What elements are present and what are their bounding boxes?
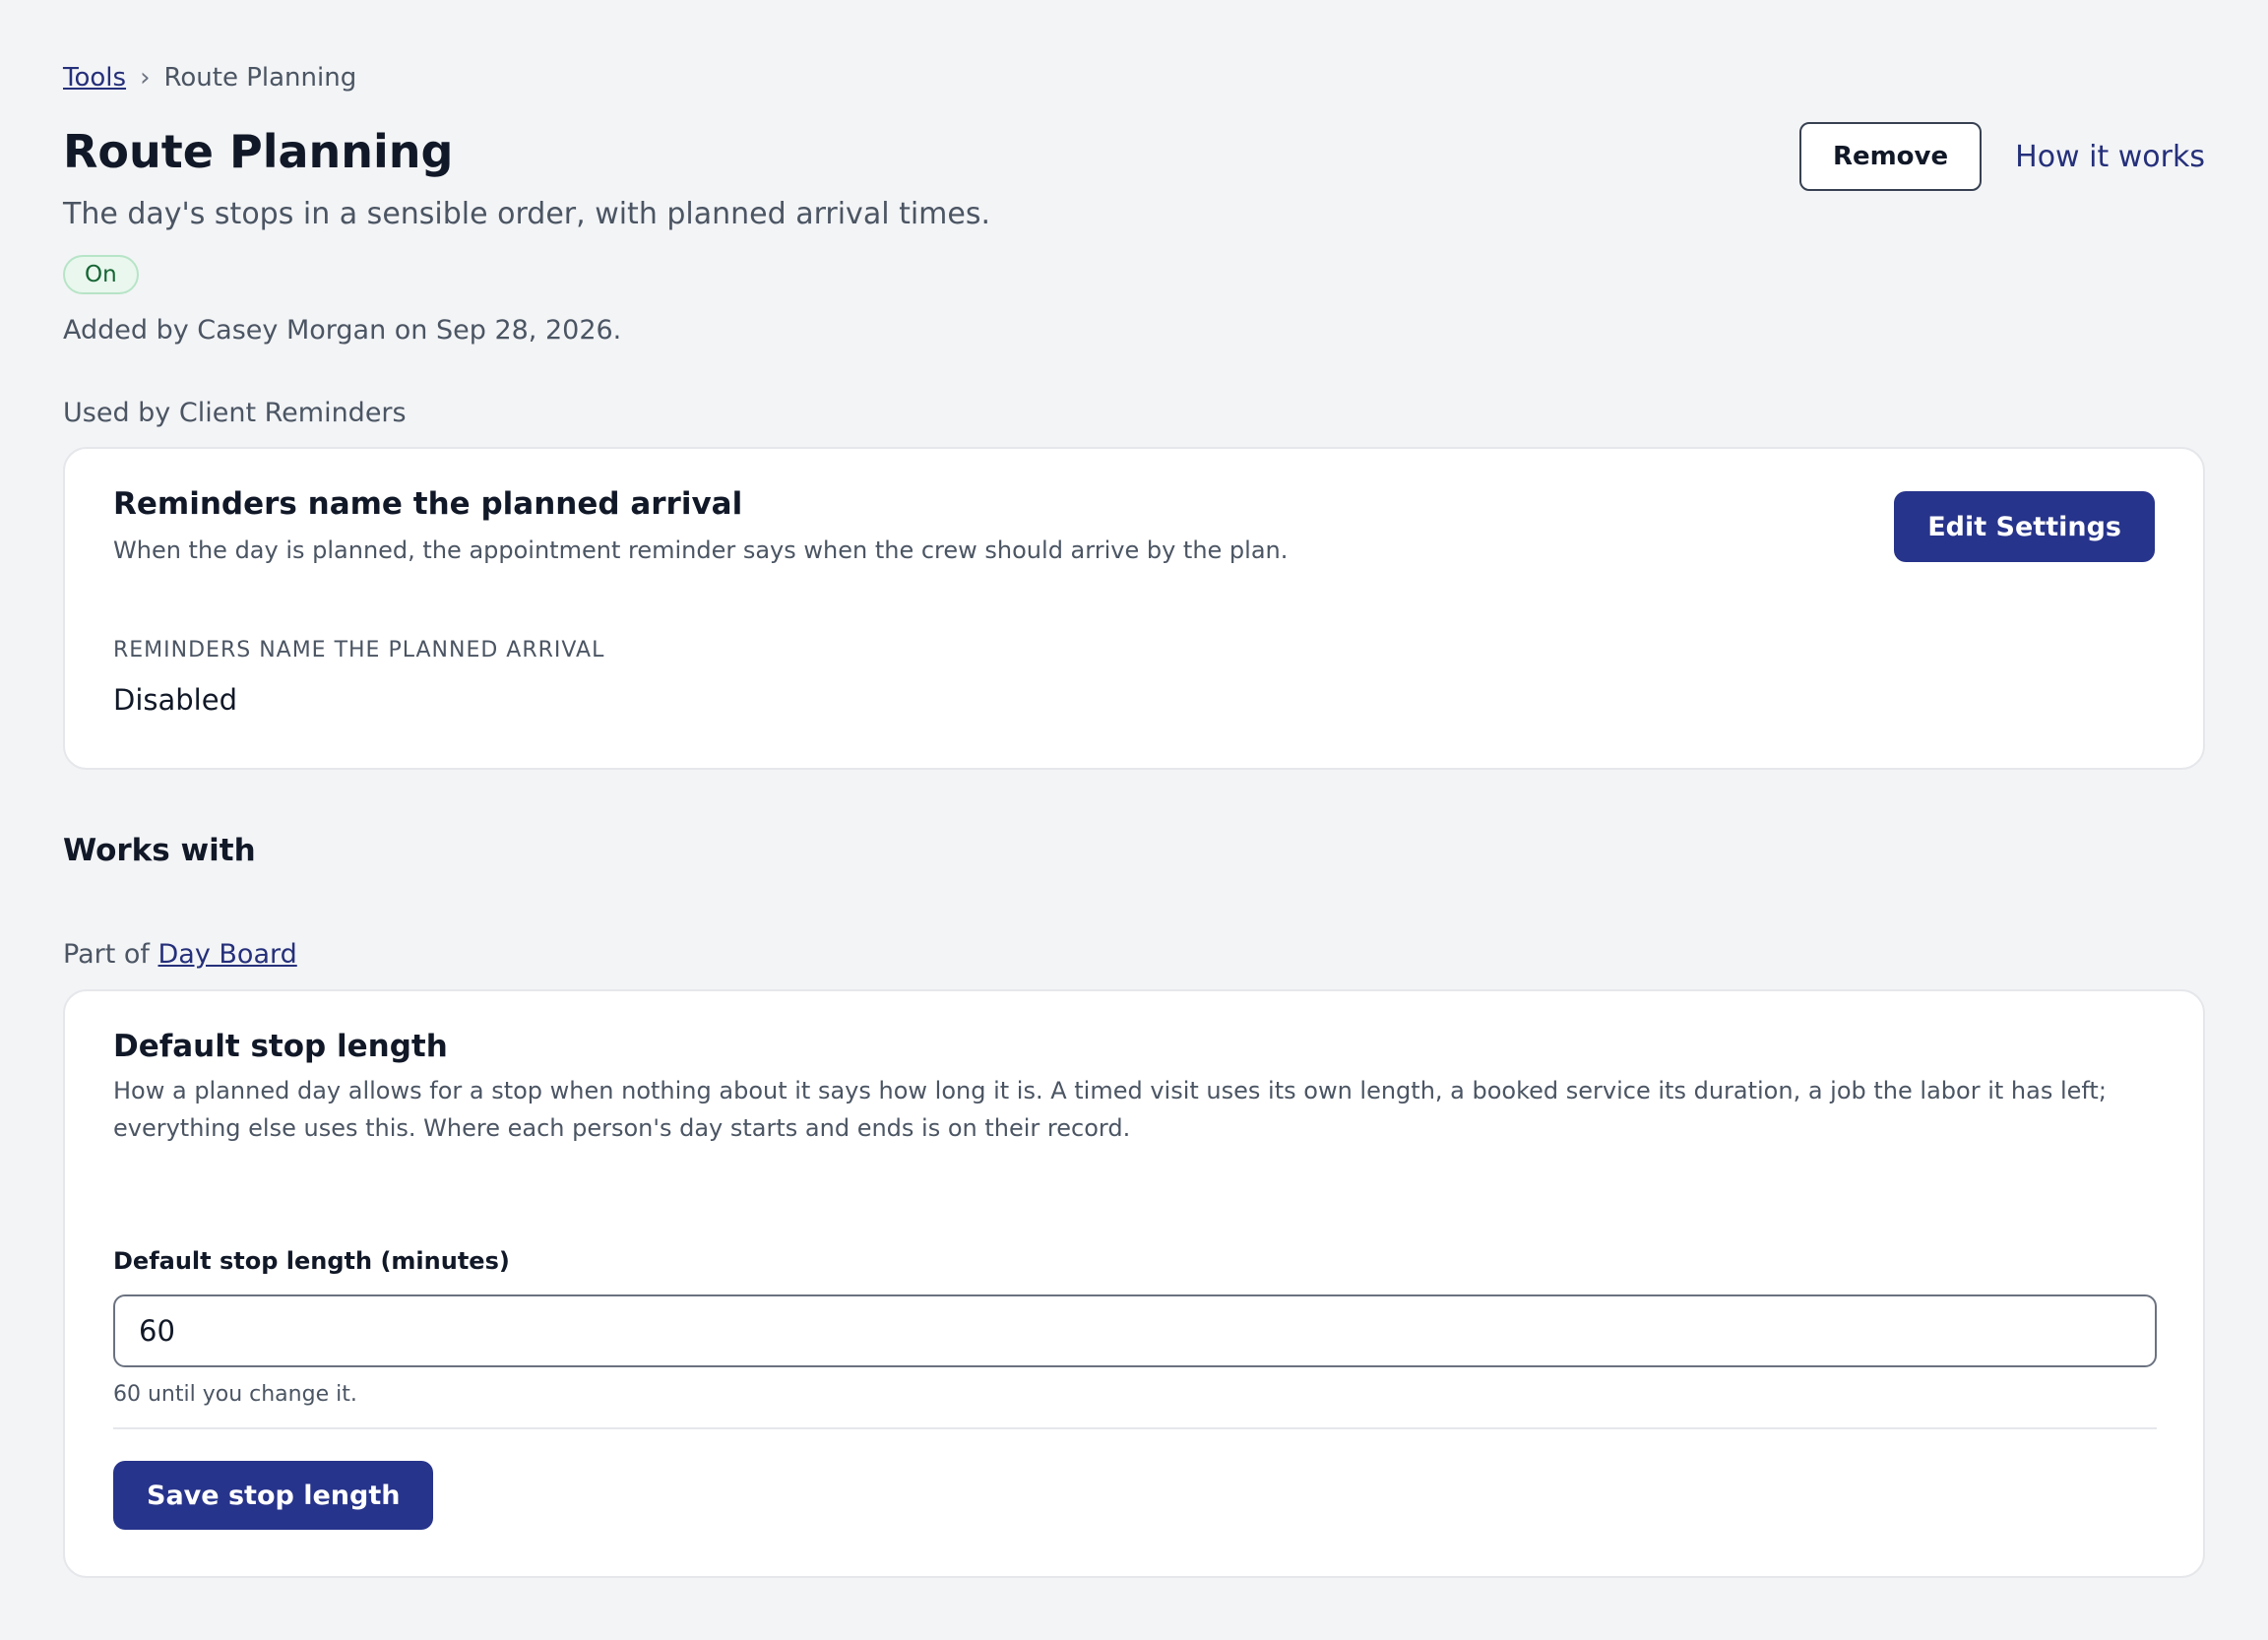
status-badge: On [63,255,139,294]
stop-length-help: 60 until you change it. [113,1382,357,1407]
part-of-caption: Part of Day Board [63,939,297,970]
breadcrumb-link-tools[interactable]: Tools [63,63,126,93]
page-subtitle: The day's stops in a sensible order, wit… [63,197,991,231]
edit-settings-button[interactable]: Edit Settings [1894,491,2155,562]
day-board-link[interactable]: Day Board [158,939,297,970]
works-with-heading: Works with [63,833,256,868]
used-by-caption: Used by Client Reminders [63,398,407,428]
setting-label: Reminders name the planned arrival [113,638,605,662]
stop-length-card: Default stop length How a planned day al… [63,989,2205,1578]
card-description: How a planned day allows for a stop when… [113,1077,2107,1142]
stop-length-label: Default stop length (minutes) [113,1247,510,1275]
divider [113,1427,2157,1429]
reminders-settings-card: Reminders name the planned arrival When … [63,447,2205,770]
page-title: Route Planning [63,125,454,178]
stop-length-input[interactable] [113,1294,2157,1367]
breadcrumb-separator: › [140,63,151,93]
card-title: Default stop length [113,1029,448,1064]
card-description: When the day is planned, the appointment… [113,536,1289,564]
setting-value: Disabled [113,683,237,717]
remove-button[interactable]: Remove [1798,122,1983,191]
added-by-text: Added by Casey Morgan on Sep 28, 2026. [63,315,622,346]
breadcrumb: Tools › Route Planning [63,63,356,93]
how-it-works-link[interactable]: How it works [2015,140,2205,174]
breadcrumb-current: Route Planning [163,63,357,93]
header-actions: Remove How it works [1798,122,2205,191]
save-stop-length-button[interactable]: Save stop length [113,1461,434,1530]
part-of-prefix: Part of [63,939,150,970]
card-title: Reminders name the planned arrival [113,486,743,522]
